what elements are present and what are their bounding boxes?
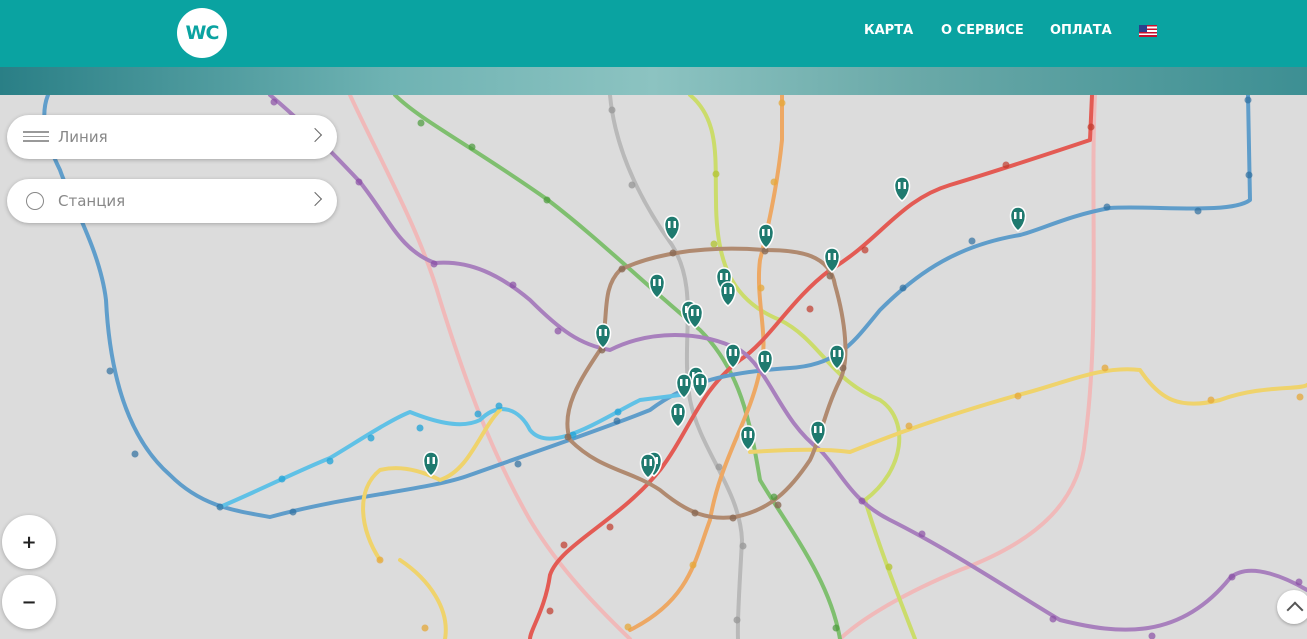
chevron-right-icon [307, 191, 323, 207]
nav-map[interactable]: КАРТА [864, 23, 913, 38]
zoom-in-button[interactable]: + [2, 515, 56, 569]
lines-icon [23, 131, 49, 143]
metro-line-grey [608, 95, 744, 639]
line-select-label: Линия [58, 128, 108, 146]
station-select-label: Станция [58, 192, 126, 210]
logo[interactable]: WC [177, 8, 227, 58]
toilet-markers[interactable] [422, 176, 1027, 479]
metro-line-pink-east [838, 95, 1097, 639]
nav-payment[interactable]: ОПЛАТА [1050, 23, 1112, 38]
chevron-up-icon [1286, 601, 1304, 619]
station-select[interactable]: Станция [7, 179, 337, 223]
us-flag-icon[interactable] [1139, 25, 1157, 37]
chevron-right-icon [307, 127, 323, 143]
scroll-top-button[interactable] [1277, 590, 1307, 624]
line-select[interactable]: Линия [7, 115, 337, 159]
metro-map[interactable] [0, 95, 1307, 639]
zoom-out-button[interactable]: − [2, 575, 56, 629]
nav-about[interactable]: О СЕРВИСЕ [941, 23, 1024, 38]
circle-icon [26, 192, 44, 210]
metro-line-cyan [218, 393, 682, 509]
header-banner [0, 67, 1307, 95]
site-header: WC КАРТА О СЕРВИСЕ ОПЛАТА [0, 0, 1307, 67]
metro-line-purple [268, 95, 1307, 632]
